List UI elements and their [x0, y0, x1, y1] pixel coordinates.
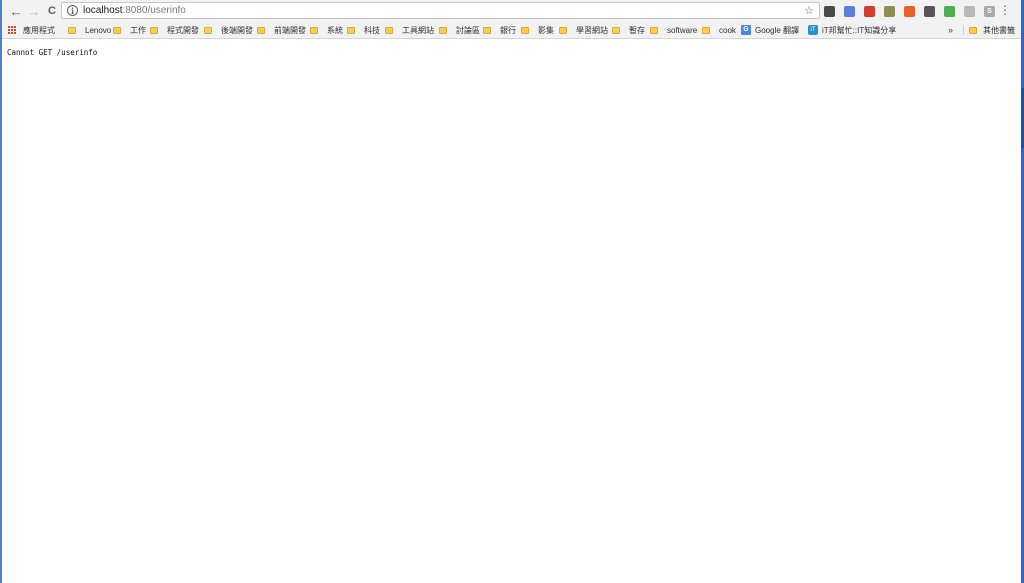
reload-button[interactable]: C: [43, 2, 61, 20]
arrow-left-icon: ←: [9, 3, 23, 19]
url-host: localhost: [83, 5, 123, 16]
bookmarks-bar: 應用程式 » 其他書籤 Lenovo 工作 程式開發 後端開發 前端開發 系統 科技 工具網站…: [2, 22, 1021, 39]
bookmark-label: Lenovo: [85, 25, 112, 35]
bookmark-label: 應用程式: [23, 25, 55, 35]
bookmark-item[interactable]: 學習網站: [559, 22, 608, 38]
folder-icon: [439, 26, 447, 34]
bookmark-item[interactable]: 前端開發: [257, 22, 306, 38]
address-bar[interactable]: i localhost:8080/userinfo ☆: [61, 2, 820, 19]
shield-extension-icon[interactable]: [824, 5, 835, 17]
bookmark-label: 銀行: [500, 25, 516, 35]
folder-icon: [521, 26, 529, 34]
bookmark-item[interactable]: 後端開發: [204, 22, 253, 38]
gray-extension-icon[interactable]: [964, 5, 975, 17]
bookmark-item[interactable]: Lenovo: [68, 22, 111, 38]
bookmark-item[interactable]: iT iT邦幫忙::IT知識分享: [808, 22, 896, 38]
extensions-area: S: [824, 4, 1004, 18]
arrow-right-icon: →: [27, 3, 41, 19]
bookmark-label: 工作: [130, 25, 146, 35]
bookmark-item[interactable]: 工具網站: [385, 22, 434, 38]
folder-icon: [969, 26, 977, 34]
back-button[interactable]: ←: [7, 2, 25, 20]
info-icon[interactable]: i: [67, 5, 78, 16]
folder-icon: [650, 26, 658, 34]
bookmark-item[interactable]: 工作: [113, 22, 146, 38]
bookmark-label: 影集: [538, 25, 554, 35]
bookmark-label: cook: [719, 25, 736, 35]
bookmark-label: 程式開發: [167, 25, 199, 35]
more-bookmarks-icon[interactable]: »: [948, 22, 953, 38]
bookmark-other-folder[interactable]: 其他書籤: [969, 22, 1015, 38]
bookmark-item[interactable]: cook: [702, 22, 736, 38]
chrome-menu-icon[interactable]: ⋮: [999, 2, 1011, 18]
bookmark-label: 學習網站: [576, 25, 608, 35]
folder-icon: [612, 26, 620, 34]
forward-button[interactable]: →: [25, 2, 43, 20]
bookmark-item[interactable]: 銀行: [483, 22, 516, 38]
apps-grid-icon: [8, 25, 17, 35]
folder-icon: [257, 26, 265, 34]
bookmark-item[interactable]: G Google 翻譯: [741, 22, 799, 38]
folder-icon: [310, 26, 318, 34]
bookmark-label: Google 翻譯: [755, 25, 800, 35]
bookmark-label: 後端開發: [221, 25, 253, 35]
green-extension-icon[interactable]: [944, 5, 955, 17]
page-content: Cannot GET /userinfo: [2, 39, 1021, 583]
reload-icon: C: [48, 4, 56, 17]
bookmark-item[interactable]: 系統: [310, 22, 343, 38]
blue-extension-icon[interactable]: [844, 5, 855, 17]
olive-extension-icon[interactable]: [884, 5, 895, 17]
bookmark-item[interactable]: 討論區: [439, 22, 480, 38]
bookmark-apps[interactable]: 應用程式: [8, 22, 55, 38]
folder-icon: [385, 26, 393, 34]
bookmark-item[interactable]: software: [650, 22, 697, 38]
bookmark-label: 系統: [327, 25, 343, 35]
bookmark-item[interactable]: 影集: [521, 22, 554, 38]
url-text[interactable]: localhost:8080/userinfo: [83, 5, 186, 16]
bookmark-label: software: [667, 25, 698, 35]
folder-icon: [113, 26, 121, 34]
folder-icon: [347, 26, 355, 34]
red-extension-icon[interactable]: [864, 5, 875, 17]
bookmark-item[interactable]: 科技: [347, 22, 380, 38]
skype-extension-icon[interactable]: S: [984, 5, 995, 17]
browser-window: ← → C i localhost:8080/userinfo ☆ S ⋮ 應用…: [0, 0, 1024, 583]
folder-icon: [483, 26, 491, 34]
bookmark-label: 前端開發: [274, 25, 306, 35]
folder-icon: [150, 26, 158, 34]
url-path: :8080/userinfo: [122, 5, 186, 16]
bookmark-label: iT邦幫忙::IT知識分享: [822, 25, 897, 35]
bookmark-star-icon[interactable]: ☆: [804, 4, 814, 17]
bookmark-item[interactable]: 程式開發: [150, 22, 199, 38]
google-translate-icon: G: [741, 25, 751, 35]
folder-icon: [204, 26, 212, 34]
error-message: Cannot GET /userinfo: [7, 48, 98, 57]
bookmark-label: 討論區: [456, 25, 480, 35]
bookmark-label: 科技: [364, 25, 380, 35]
folder-icon: [68, 26, 76, 34]
bookmark-label: 其他書籤: [983, 25, 1015, 35]
browser-toolbar: ← → C i localhost:8080/userinfo ☆ S ⋮: [2, 0, 1021, 22]
bookmark-label: 工具網站: [402, 25, 434, 35]
ithome-icon: iT: [808, 25, 818, 35]
orange-extension-icon[interactable]: [904, 5, 915, 17]
folder-icon: [702, 26, 710, 34]
folder-icon: [559, 26, 567, 34]
dark-extension-icon[interactable]: [924, 5, 935, 17]
bookmark-item[interactable]: 暫存: [612, 22, 645, 38]
bookmarks-divider: [963, 25, 964, 35]
bookmark-label: 暫存: [629, 25, 645, 35]
